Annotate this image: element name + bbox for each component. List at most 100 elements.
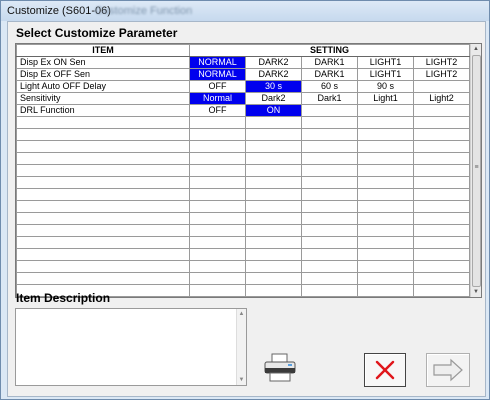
item-cell xyxy=(16,164,191,177)
desc-scroll-down-icon[interactable]: ▼ xyxy=(237,377,246,383)
setting-cell[interactable]: 90 s xyxy=(356,80,414,93)
setting-cell xyxy=(189,128,247,141)
setting-cell[interactable]: Light1 xyxy=(356,92,414,105)
setting-cell xyxy=(301,212,358,225)
setting-cell xyxy=(412,188,471,201)
table-row xyxy=(16,176,471,189)
setting-cell xyxy=(245,164,302,177)
setting-cell xyxy=(301,128,358,141)
setting-cell xyxy=(245,272,302,285)
setting-cell xyxy=(356,272,414,285)
table-row xyxy=(16,272,471,285)
setting-cell xyxy=(412,164,471,177)
item-description-box[interactable]: ▲ ▼ xyxy=(15,308,247,386)
setting-cell[interactable]: 60 s xyxy=(301,80,358,93)
table-row xyxy=(16,140,471,153)
setting-cell xyxy=(245,152,302,165)
table-row xyxy=(16,128,471,141)
setting-cell xyxy=(301,140,358,153)
scroll-down-icon[interactable]: ▼ xyxy=(471,287,481,297)
item-cell[interactable]: DRL Function xyxy=(16,104,191,117)
setting-cell xyxy=(356,140,414,153)
item-cell xyxy=(16,272,191,285)
description-scrollbar[interactable]: ▲ ▼ xyxy=(236,309,246,385)
setting-cell xyxy=(412,260,471,273)
setting-cell[interactable]: OFF xyxy=(189,80,247,93)
column-header-setting: SETTING xyxy=(189,44,470,57)
item-cell xyxy=(16,128,191,141)
setting-cell[interactable]: DARK1 xyxy=(301,68,358,81)
setting-cell xyxy=(356,236,414,249)
setting-cell xyxy=(245,260,302,273)
setting-cell[interactable]: Dark1 xyxy=(301,92,358,105)
item-cell[interactable]: Light Auto OFF Delay xyxy=(16,80,191,93)
setting-cell xyxy=(356,224,414,237)
item-cell[interactable]: Disp Ex ON Sen xyxy=(16,56,191,69)
item-cell xyxy=(16,212,191,225)
setting-cell xyxy=(412,224,471,237)
table-row xyxy=(16,164,471,177)
setting-cell[interactable]: LIGHT2 xyxy=(412,56,471,69)
item-cell xyxy=(16,236,191,249)
scroll-grip-icon: ≡ xyxy=(474,164,479,171)
setting-cell[interactable]: LIGHT1 xyxy=(356,68,414,81)
setting-cell xyxy=(412,284,471,297)
scroll-up-icon[interactable]: ▲ xyxy=(471,44,481,54)
setting-cell xyxy=(412,236,471,249)
cancel-button[interactable] xyxy=(364,353,406,387)
setting-cell[interactable]: DARK2 xyxy=(245,56,302,69)
next-button[interactable] xyxy=(426,353,470,387)
setting-cell xyxy=(356,104,414,117)
printer-icon xyxy=(264,353,296,382)
setting-cell xyxy=(245,188,302,201)
setting-cell xyxy=(189,116,247,129)
setting-cell[interactable]: Dark2 xyxy=(245,92,302,105)
item-cell xyxy=(16,140,191,153)
desc-scroll-up-icon[interactable]: ▲ xyxy=(237,311,246,317)
setting-cell-selected[interactable]: NORMAL xyxy=(189,68,247,81)
scroll-thumb[interactable]: ≡ xyxy=(472,55,481,287)
setting-cell xyxy=(189,164,247,177)
setting-cell xyxy=(356,116,414,129)
grid-scrollbar[interactable]: ▲ ≡ ▼ xyxy=(470,44,481,297)
setting-cell[interactable]: DARK1 xyxy=(301,56,358,69)
setting-cell xyxy=(245,284,302,297)
setting-cell[interactable]: Light2 xyxy=(412,92,471,105)
table-row xyxy=(16,200,471,213)
setting-cell[interactable]: DARK2 xyxy=(245,68,302,81)
setting-cell xyxy=(189,284,247,297)
setting-cell xyxy=(301,164,358,177)
table-row xyxy=(16,116,471,129)
setting-cell xyxy=(301,104,358,117)
setting-cell-selected[interactable]: 30 s xyxy=(245,80,302,93)
table-row: Disp Ex ON Sen NORMAL DARK2 DARK1 LIGHT1 LIGH… xyxy=(16,56,471,69)
item-cell[interactable]: Disp Ex OFF Sen xyxy=(16,68,191,81)
setting-cell xyxy=(301,188,358,201)
setting-cell[interactable]: LIGHT1 xyxy=(356,56,414,69)
setting-cell xyxy=(189,176,247,189)
print-button[interactable] xyxy=(262,352,298,384)
setting-cell-selected[interactable]: NORMAL xyxy=(189,56,247,69)
setting-cell xyxy=(301,116,358,129)
setting-cell xyxy=(412,152,471,165)
item-cell xyxy=(16,260,191,273)
setting-cell-selected[interactable]: Normal xyxy=(189,92,247,105)
setting-cell[interactable]: LIGHT2 xyxy=(412,68,471,81)
red-x-icon xyxy=(375,360,395,380)
setting-cell[interactable]: OFF xyxy=(189,104,247,117)
item-cell xyxy=(16,116,191,129)
setting-cell xyxy=(245,224,302,237)
setting-cell xyxy=(301,236,358,249)
item-cell[interactable]: Sensitivity xyxy=(16,92,191,105)
setting-cell xyxy=(356,188,414,201)
setting-cell xyxy=(245,212,302,225)
parameter-heading: Select Customize Parameter xyxy=(16,26,178,40)
setting-cell xyxy=(356,152,414,165)
parameter-grid: ITEM SETTING Disp Ex ON Sen NORMAL DARK2 DA… xyxy=(15,43,482,298)
setting-cell xyxy=(189,236,247,249)
setting-cell xyxy=(301,260,358,273)
setting-cell-selected[interactable]: ON xyxy=(245,104,302,117)
setting-cell xyxy=(412,176,471,189)
table-row: Disp Ex OFF Sen NORMAL DARK2 DARK1 LIGHT1 LIG… xyxy=(16,68,471,81)
setting-cell xyxy=(301,200,358,213)
